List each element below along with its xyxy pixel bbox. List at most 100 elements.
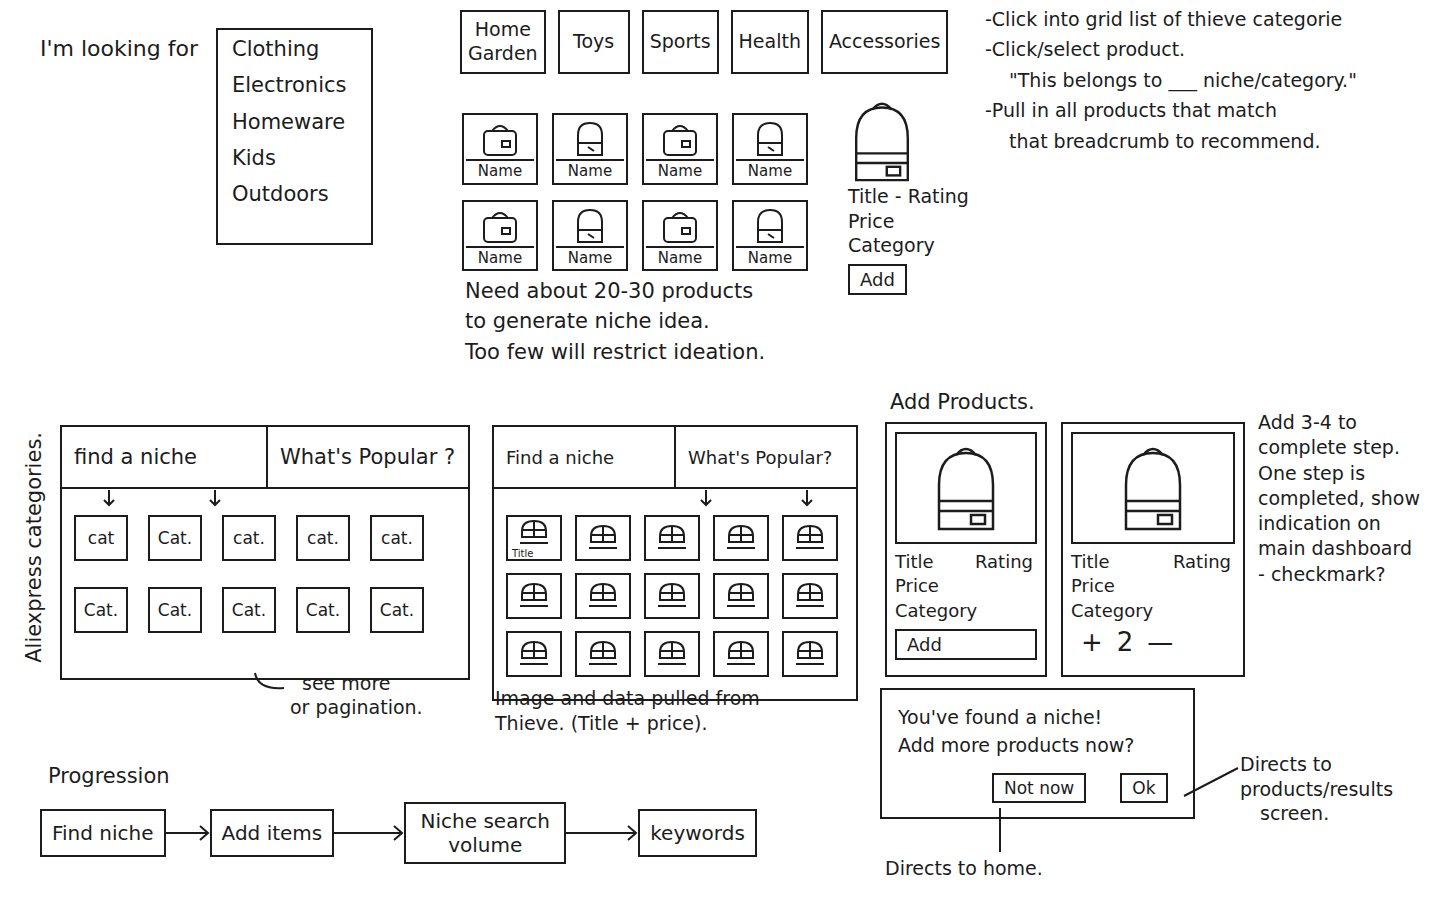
bag-icon (658, 206, 702, 244)
category-cell[interactable]: cat. (296, 515, 350, 561)
frame-tab[interactable]: What's Popular? (676, 427, 856, 487)
popular-thumbnail[interactable] (782, 573, 838, 619)
add-button[interactable]: Add (895, 629, 1037, 660)
popular-thumbnail[interactable] (644, 515, 700, 561)
not-now-button[interactable]: Not now (992, 773, 1086, 803)
product-tile[interactable]: Name (642, 113, 718, 185)
not-now-annotation-text: Directs to home. (885, 856, 1043, 882)
category-tab[interactable]: Toys (558, 10, 630, 74)
category-cell[interactable]: Cat. (222, 587, 276, 633)
category-option[interactable]: Clothing (232, 36, 357, 62)
product-grid: NameNameNameNameNameNameNameName (462, 113, 808, 271)
product-name: Name (556, 159, 624, 180)
popular-thumbnail[interactable] (506, 573, 562, 619)
progression-heading: Progression (48, 762, 170, 790)
popular-thumbnail[interactable] (644, 573, 700, 619)
frame-tabs: Find a nicheWhat's Popular? (494, 427, 856, 489)
flow-notes: -Click into grid list of thieve categori… (985, 4, 1357, 156)
product-thumbnail-icon (790, 638, 830, 670)
popular-thumbnail[interactable] (713, 573, 769, 619)
detail-line: Category (848, 233, 969, 258)
category-cell[interactable]: Cat. (148, 587, 202, 633)
product-name: Name (466, 159, 534, 180)
popular-thumbnail[interactable] (575, 515, 631, 561)
popular-frame-group: Find a nicheWhat's Popular? Title (492, 425, 858, 701)
category-option[interactable]: Homeware (232, 109, 357, 135)
right-arrow-icon (334, 823, 404, 843)
category-tab[interactable]: Home Garden (460, 10, 546, 74)
note-line: completed, show (1258, 486, 1420, 511)
popular-thumbnail[interactable] (575, 631, 631, 677)
down-arrow-icon (800, 489, 814, 507)
product-tile[interactable]: Name (462, 200, 538, 272)
note-line: to generate niche idea. (465, 306, 765, 336)
product-thumbnail-icon (790, 580, 830, 612)
arrow-row (494, 489, 856, 509)
right-arrow-icon (166, 823, 210, 843)
product-picture (895, 432, 1037, 544)
category-cell[interactable]: Cat. (148, 515, 202, 561)
popular-thumbnail[interactable]: Title (506, 515, 562, 561)
note-line: indication on (1258, 511, 1420, 536)
category-option[interactable]: Electronics (232, 72, 357, 98)
popular-thumbnail[interactable] (713, 631, 769, 677)
category-option[interactable]: Outdoors (232, 181, 357, 207)
backpack-icon (848, 98, 916, 184)
category-cell[interactable]: cat (74, 515, 128, 561)
frame-tab[interactable]: find a niche (62, 427, 268, 487)
product-rating: Rating (975, 550, 1033, 574)
increment-button[interactable]: + (1081, 627, 1103, 657)
dialog-message: You've found a niche!Add more products n… (898, 704, 1177, 759)
down-arrow-icon (208, 489, 222, 507)
progression-flow: Find nicheAdd itemsNiche search volumeke… (40, 802, 757, 864)
product-thumbnail-icon (514, 517, 554, 549)
product-name: Name (556, 246, 624, 267)
product-tile[interactable]: Name (732, 200, 808, 272)
add-button[interactable]: Add (848, 264, 907, 295)
progression-row: Find nicheAdd itemsNiche search volumeke… (40, 802, 757, 864)
category-cell[interactable]: cat. (222, 515, 276, 561)
popular-thumbnail[interactable] (506, 631, 562, 677)
popular-thumbnail[interactable] (644, 631, 700, 677)
popular-thumbnail[interactable] (713, 515, 769, 561)
decrement-button[interactable]: — (1147, 627, 1173, 657)
category-tab[interactable]: Health (731, 10, 809, 74)
progression-step: keywords (638, 809, 757, 857)
category-tab[interactable]: Accessories (821, 10, 948, 74)
product-tile[interactable]: Name (732, 113, 808, 185)
popular-thumbnail[interactable] (575, 573, 631, 619)
note-line: Need about 20-30 products (465, 276, 765, 306)
frame-tab[interactable]: What's Popular ? (268, 427, 468, 487)
note-line: products/results (1240, 777, 1393, 802)
category-cell[interactable]: cat. (370, 515, 424, 561)
category-tab[interactable]: Sports (642, 10, 719, 74)
popular-thumbnail[interactable] (782, 631, 838, 677)
popular-frame: Find a nicheWhat's Popular? Title (492, 425, 858, 701)
step-note: Add 3-4 tocomplete step.One step iscompl… (1258, 410, 1420, 587)
product-tile[interactable]: Name (552, 200, 628, 272)
product-tile[interactable]: Name (462, 113, 538, 185)
category-list: Clothing Electronics Homeware Kids Outdoors (216, 28, 373, 245)
ok-button[interactable]: Ok (1120, 773, 1167, 803)
category-cell[interactable]: Cat. (74, 587, 128, 633)
frame-tab[interactable]: Find a niche (494, 427, 676, 487)
progression-title: Progression (48, 762, 170, 790)
category-cell[interactable]: Cat. (296, 587, 350, 633)
product-thumbnail-icon (790, 522, 830, 554)
step-note-text: Add 3-4 tocomplete step.One step iscompl… (1258, 410, 1420, 587)
product-tile[interactable]: Name (552, 113, 628, 185)
note-line: "This belongs to ___ niche/category." (985, 65, 1357, 95)
add-products-heading: Add Products. (890, 388, 1035, 416)
pointer-line-icon (252, 672, 286, 696)
product-grid-group: NameNameNameNameNameNameNameName (462, 113, 808, 271)
note-line: One step is (1258, 461, 1420, 486)
category-cells: cat Cat. cat. cat. cat. Cat. Cat. Cat. Cat. Cat. (62, 509, 468, 655)
category-option[interactable]: Kids (232, 145, 357, 171)
bag-icon (748, 206, 792, 244)
popular-thumbnail[interactable] (782, 515, 838, 561)
note-line: - checkmark? (1258, 562, 1420, 587)
category-cell[interactable]: Cat. (370, 587, 424, 633)
product-tile[interactable]: Name (642, 200, 718, 272)
note-line: Image and data pulled from (495, 686, 760, 711)
product-detail: Title - RatingPriceCategoryAdd (848, 98, 969, 295)
